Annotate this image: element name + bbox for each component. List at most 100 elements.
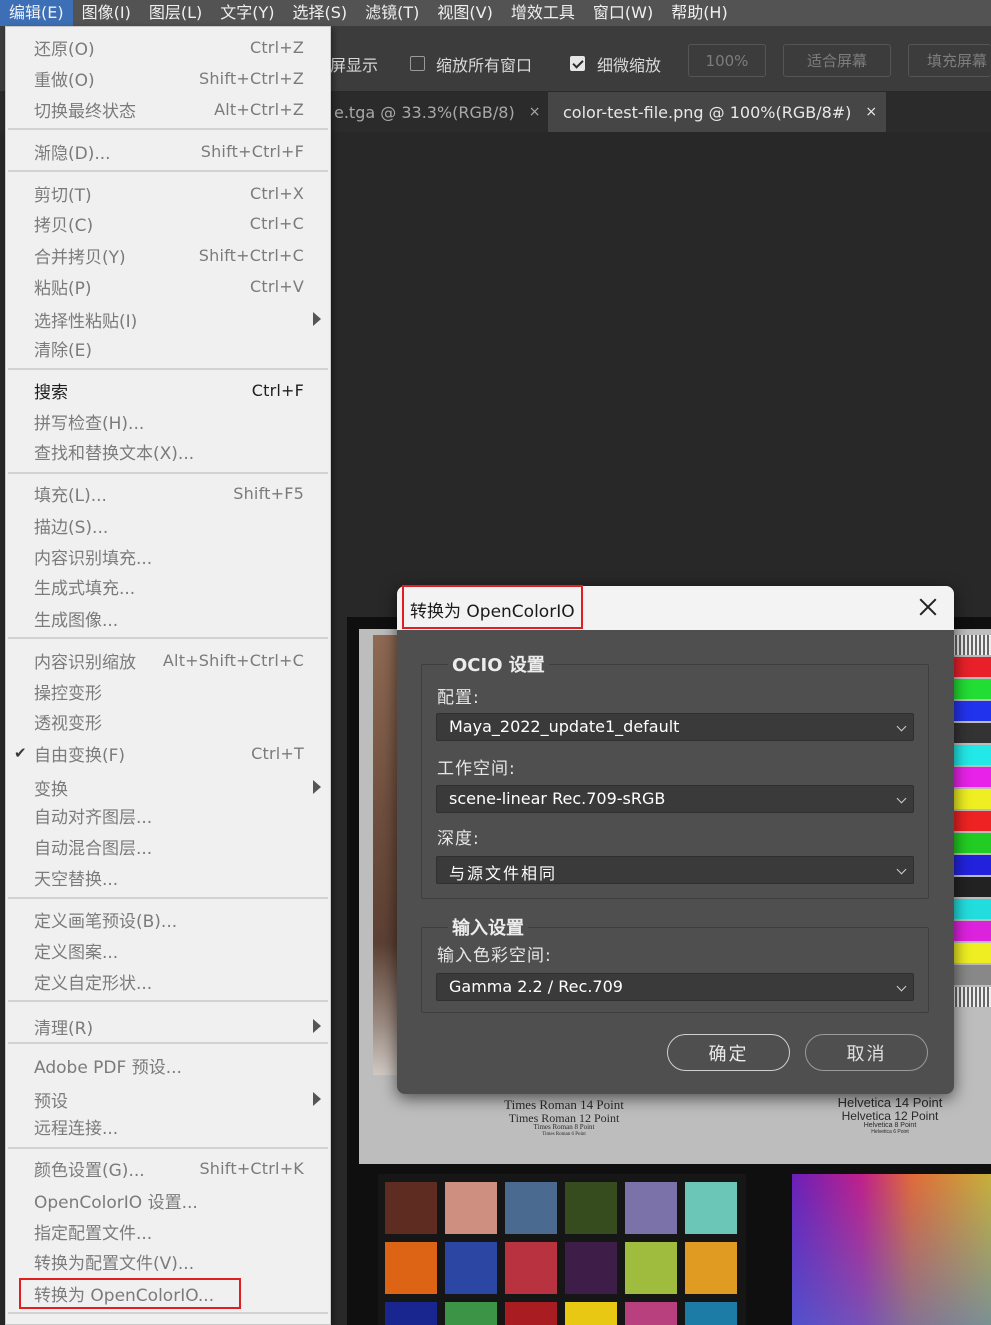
checkmark-icon: ✔ <box>14 744 27 762</box>
menu-type[interactable]: 文字(Y) <box>211 0 283 26</box>
tab-color-test-file[interactable]: color-test-file.png @ 100%(RGB/8#) × <box>548 92 886 132</box>
menu-layer[interactable]: 图层(L) <box>140 0 211 26</box>
menu-item-find-replace-text[interactable]: 查找和替换文本(X)... <box>6 436 330 466</box>
menu-separator <box>8 128 328 130</box>
menu-item-fill[interactable]: 填充(L)... Shift+F5 <box>6 478 330 508</box>
zoom-value-button[interactable]: 100% <box>688 44 766 77</box>
menu-separator <box>8 368 328 370</box>
menu-item-undo[interactable]: 还原(O) Ctrl+Z <box>6 32 330 62</box>
config-label: 配置: <box>437 688 480 708</box>
menu-help[interactable]: 帮助(H) <box>662 0 737 26</box>
color-checker-grid <box>378 1174 746 1325</box>
menu-item-content-aware-fill[interactable]: 内容识别填充... <box>6 541 330 571</box>
submenu-arrow-icon <box>313 312 321 326</box>
menu-item-stroke[interactable]: 描边(S)... <box>6 510 330 540</box>
menu-item-remote-connections[interactable]: 远程连接... <box>6 1111 330 1141</box>
menu-item-cut[interactable]: 剪切(T) Ctrl+X <box>6 178 330 208</box>
submenu-arrow-icon <box>313 780 321 794</box>
menu-item-clear[interactable]: 清除(E) <box>6 333 330 363</box>
menu-image[interactable]: 图像(I) <box>73 0 140 26</box>
depth-label: 深度: <box>437 829 480 849</box>
menu-item-content-aware-scale[interactable]: 内容识别缩放 Alt+Shift+Ctrl+C <box>6 645 330 675</box>
menu-separator <box>8 472 328 474</box>
menu-item-fade[interactable]: 渐隐(D)... Shift+Ctrl+F <box>6 136 330 166</box>
menu-item-define-pattern[interactable]: 定义图案... <box>6 935 330 965</box>
menu-item-define-brush-preset[interactable]: 定义画笔预设(B)... <box>6 904 330 934</box>
menu-separator <box>8 1312 328 1314</box>
close-icon[interactable] <box>916 595 940 619</box>
workspace-label: 工作空间: <box>437 759 516 779</box>
submenu-arrow-icon <box>313 1092 321 1106</box>
tab-label: color-test-file.png @ 100%(RGB/8#) <box>563 102 852 122</box>
menu-separator <box>8 637 328 639</box>
highlight-box-dialog-title <box>402 585 583 629</box>
submenu-arrow-icon <box>313 1019 321 1033</box>
input-color-space-value: Gamma 2.2 / Rec.709 <box>449 977 623 996</box>
menu-item-paste[interactable]: 粘贴(P) Ctrl+V <box>6 271 330 301</box>
menu-item-transform[interactable]: 变换 <box>6 772 330 802</box>
menu-select[interactable]: 选择(S) <box>284 0 357 26</box>
menu-item-auto-align-layers[interactable]: 自动对齐图层... <box>6 800 330 830</box>
config-select[interactable]: Maya_2022_update1_default <box>436 713 914 741</box>
workspace-value: scene-linear Rec.709-sRGB <box>449 789 666 808</box>
menu-item-generate-image[interactable]: 生成图像... <box>6 603 330 633</box>
menu-item-generative-fill[interactable]: 生成式填充... <box>6 571 330 601</box>
menu-separator <box>8 1000 328 1002</box>
close-icon[interactable]: × <box>529 104 541 120</box>
chevron-down-icon <box>896 981 907 992</box>
menu-window[interactable]: 窗口(W) <box>584 0 662 26</box>
menu-item-color-settings[interactable]: 颜色设置(G)... Shift+Ctrl+K <box>6 1153 330 1183</box>
menu-item-purge[interactable]: 清理(R) <box>6 1011 330 1041</box>
menu-item-auto-blend-layers[interactable]: 自动混合图层... <box>6 831 330 861</box>
menu-filter[interactable]: 滤镜(T) <box>356 0 428 26</box>
menu-item-search[interactable]: 搜索 Ctrl+F <box>6 375 330 405</box>
chevron-down-icon <box>896 793 907 804</box>
color-gradient-block <box>792 1174 991 1325</box>
menu-item-copy-merged[interactable]: 合并拷贝(Y) Shift+Ctrl+C <box>6 240 330 270</box>
helvetica-caption: Helvetica 14 Point Helvetica 12 Point He… <box>837 1095 943 1135</box>
menu-item-sky-replacement[interactable]: 天空替换... <box>6 862 330 892</box>
menu-item-check-spelling[interactable]: 拼写检查(H)... <box>6 406 330 436</box>
menu-item-presets[interactable]: 预设 <box>6 1084 330 1114</box>
workspace-select[interactable]: scene-linear Rec.709-sRGB <box>436 785 914 813</box>
menu-item-assign-profile[interactable]: 指定配置文件... <box>6 1216 330 1246</box>
menu-separator <box>8 170 328 172</box>
menu-item-adobe-pdf-presets[interactable]: Adobe PDF 预设... <box>6 1050 330 1080</box>
menu-item-copy[interactable]: 拷贝(C) Ctrl+C <box>6 208 330 238</box>
cancel-button[interactable]: 取消 <box>805 1034 928 1071</box>
menu-separator <box>8 1147 328 1149</box>
menu-item-toggle-last-state[interactable]: 切换最终状态 Alt+Ctrl+Z <box>6 94 330 124</box>
menu-plugins[interactable]: 增效工具 <box>502 0 584 26</box>
input-settings-title: 输入设置 <box>448 914 528 940</box>
menu-item-puppet-warp[interactable]: 操控变形 <box>6 676 330 706</box>
menu-edit[interactable]: 编辑(E) <box>0 0 73 26</box>
fill-screen-button[interactable]: 填充屏幕 <box>908 44 991 77</box>
menu-view[interactable]: 视图(V) <box>428 0 501 26</box>
input-color-space-select[interactable]: Gamma 2.2 / Rec.709 <box>436 973 914 1001</box>
ok-button[interactable]: 确定 <box>667 1034 790 1071</box>
chevron-down-icon <box>896 721 907 732</box>
edit-menu-dropdown: 还原(O) Ctrl+Z 重做(O) Shift+Ctrl+Z 切换最终状态 Alt+… <box>5 26 331 1325</box>
option-partial-label: 屏显示 <box>330 56 379 75</box>
color-bars <box>953 635 991 1075</box>
menu-item-define-custom-shape[interactable]: 定义自定形状... <box>6 966 330 996</box>
close-icon[interactable]: × <box>865 104 877 120</box>
ocio-settings-title: OCIO 设置 <box>448 651 549 677</box>
scrubby-zoom-checkbox[interactable] <box>570 56 585 71</box>
menu-item-convert-to-profile[interactable]: 转换为配置文件(V)... <box>6 1246 330 1276</box>
menu-item-opencolorio-settings[interactable]: OpenColorIO 设置... <box>6 1185 330 1215</box>
zoom-all-windows-label: 缩放所有窗口 <box>436 56 533 75</box>
depth-select[interactable]: 与源文件相同 <box>436 856 914 884</box>
menu-item-redo[interactable]: 重做(O) Shift+Ctrl+Z <box>6 63 330 93</box>
tab-tga-document[interactable]: e.tga @ 33.3%(RGB/8) × <box>331 92 546 132</box>
convert-to-opencolorio-dialog: 转换为 OpenColorIO OCIO 设置 配置: Maya_2022_up… <box>397 586 954 1094</box>
menu-item-free-transform[interactable]: ✔ 自由变换(F) Ctrl+T <box>6 738 330 768</box>
scrubby-zoom-label: 细微缩放 <box>597 56 662 75</box>
menu-item-perspective-warp[interactable]: 透视变形 <box>6 706 330 736</box>
menu-item-paste-special[interactable]: 选择性粘贴(I) <box>6 304 330 334</box>
fit-screen-button[interactable]: 适合屏幕 <box>783 44 891 77</box>
highlight-box-menu-item <box>19 1278 241 1309</box>
input-color-space-label: 输入色彩空间: <box>437 946 552 966</box>
menu-bar: 编辑(E) 图像(I) 图层(L) 文字(Y) 选择(S) 滤镜(T) 视图(V… <box>0 0 991 26</box>
zoom-all-windows-checkbox[interactable] <box>410 56 425 71</box>
